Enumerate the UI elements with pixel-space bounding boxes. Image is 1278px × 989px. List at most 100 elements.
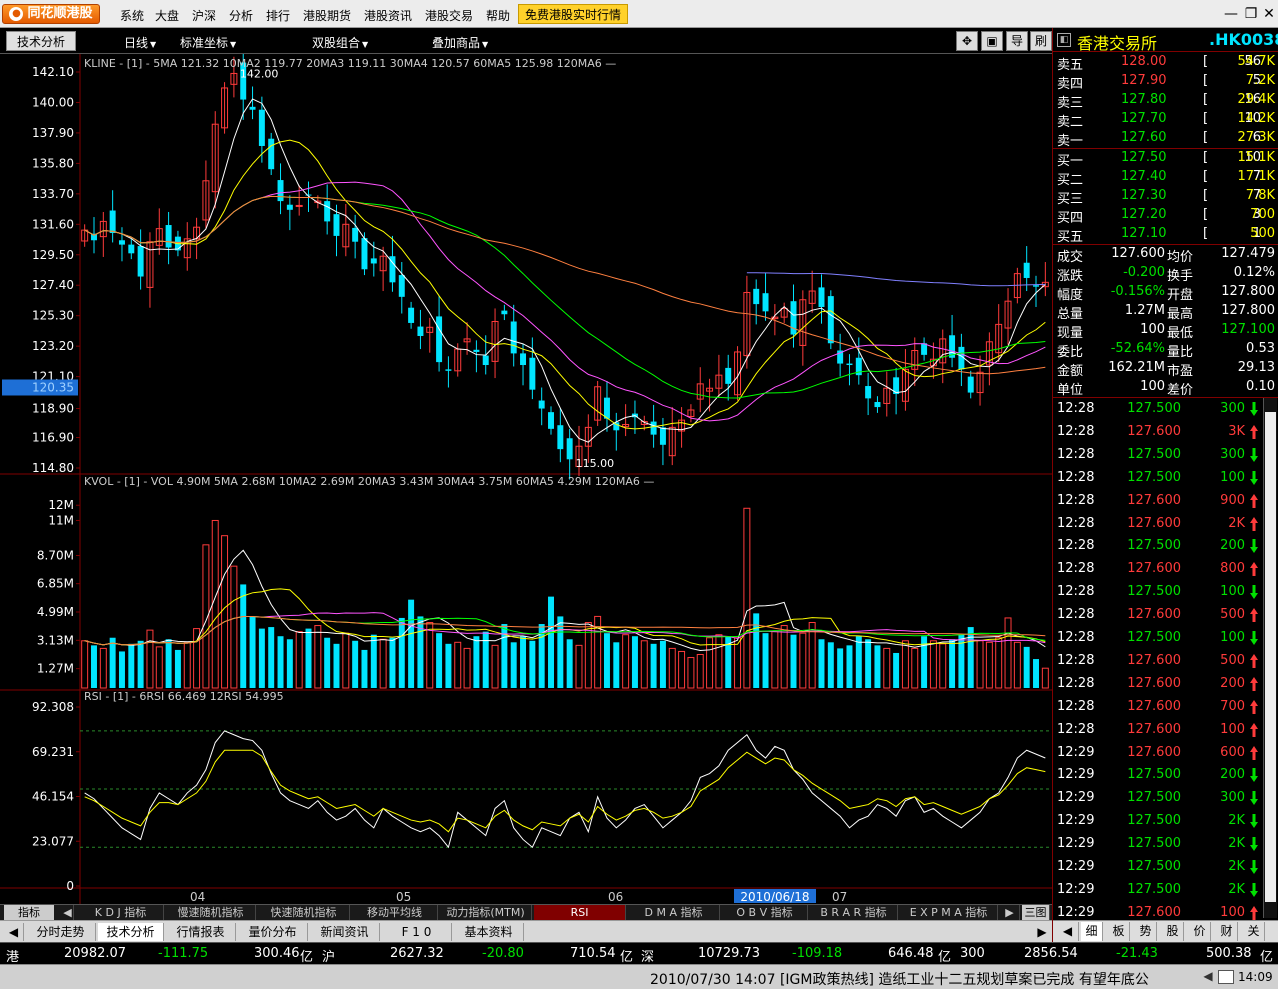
candle-body <box>510 321 517 354</box>
menu-shsz[interactable]: 沪深 <box>192 7 216 24</box>
sell-level-5[interactable]: 卖一 127.60[6 27.3K <box>1053 129 1278 149</box>
stats-row: 总量 1.27M 最高 127.800 <box>1053 302 1278 322</box>
panel-tab[interactable]: 价 <box>1189 922 1211 941</box>
tick-time: 12:28 <box>1057 652 1095 668</box>
tick-time: 12:29 <box>1057 790 1095 806</box>
buy-level-5[interactable]: 买五 127.10[1 500 <box>1053 225 1278 245</box>
panel-tab[interactable]: 财 <box>1216 922 1238 941</box>
menu-analysis[interactable]: 分析 <box>229 7 253 24</box>
speaker-icon[interactable]: ◀ <box>1200 969 1216 985</box>
tab-quotes[interactable]: 行情报表 <box>166 923 236 941</box>
tab-news[interactable]: 新闻资讯 <box>310 923 380 941</box>
level-label: 卖四 <box>1057 77 1084 92</box>
sell-level-2[interactable]: 卖四 127.90[5 7.2K <box>1053 72 1278 92</box>
level-amount: 7.2K <box>1245 73 1275 88</box>
period-dropdown[interactable]: 日线 ▼ <box>124 34 156 51</box>
overlay-dropdown[interactable]: 叠加商品 ▼ <box>432 34 488 51</box>
coord-dropdown[interactable]: 标准坐标 ▼ <box>180 34 236 51</box>
tab-volume-dist[interactable]: 量价分布 <box>238 923 308 941</box>
volume-tick-label: 12M <box>48 498 74 512</box>
combo-dropdown[interactable]: 双股组合 ▼ <box>312 34 368 51</box>
tab-fast-stoch[interactable]: 快速随机指标 <box>258 905 350 920</box>
app-logo[interactable]: ● 同花顺港股 <box>2 4 100 24</box>
menu-help[interactable]: 帮助 <box>486 7 510 24</box>
sell-level-4[interactable]: 卖二 127.70[10 14.2K <box>1053 110 1278 130</box>
stats-row: 涨跌 -0.200 换手 0.12% <box>1053 264 1278 284</box>
tab-technical-analysis[interactable]: 技术分析 <box>6 31 76 51</box>
rsi-tick-label: 0 <box>66 879 74 893</box>
panel-tab[interactable]: 板 <box>1108 922 1130 941</box>
refresh-icon[interactable]: 刷 <box>1030 31 1052 51</box>
screen-icon[interactable]: ▣ <box>981 31 1003 51</box>
tab-technical[interactable]: 技术分析 <box>98 923 164 941</box>
tab-ma[interactable]: 移动平均线 <box>352 905 438 920</box>
ma5-line <box>84 98 1046 443</box>
restore-icon[interactable]: ❐ <box>1242 5 1260 23</box>
import-icon[interactable]: 导 <box>1006 31 1028 51</box>
volume-bar <box>640 640 648 689</box>
news-ticker[interactable]: 2010/07/30 14:07 [IGM政策热线] 造纸工业十二五规划草案已完… <box>650 969 1195 989</box>
scroll-right-icon[interactable]: ▶ <box>1034 923 1050 941</box>
promo-button[interactable]: 免费港股实时行情 <box>518 4 629 24</box>
close-icon[interactable]: ✕ <box>1260 5 1278 23</box>
tab-f10[interactable]: F 1 0 <box>382 923 452 941</box>
menu-market[interactable]: 大盘 <box>155 7 179 24</box>
tick-direction <box>1249 836 1259 852</box>
prev-arrow-icon[interactable]: ◀ <box>62 905 74 920</box>
menu-ranking[interactable]: 排行 <box>266 7 290 24</box>
window-icon[interactable] <box>1218 970 1234 984</box>
tab-basic-info[interactable]: 基本资料 <box>454 923 524 941</box>
scroll-left-icon[interactable]: ◀ <box>4 923 24 941</box>
next-arrow-icon[interactable]: ▶ <box>1000 905 1020 920</box>
tab-expma[interactable]: E X P M A 指标 <box>900 905 998 920</box>
tab-kdj[interactable]: K D J 指标 <box>78 905 164 920</box>
sell-level-1[interactable]: 卖五 128.00[56 54.7K <box>1053 53 1278 73</box>
panel-tab[interactable]: 股 <box>1162 922 1184 941</box>
tick-row: 12:28 127.500 100 <box>1053 467 1263 490</box>
panel-tabs-left-icon[interactable]: ◀ <box>1057 922 1079 941</box>
tab-mtm[interactable]: 动力指标(MTM) <box>440 905 532 920</box>
stat-value: 100 <box>1140 379 1165 394</box>
candle-body <box>818 287 825 307</box>
three-chart-button[interactable]: 三图 <box>1022 905 1050 920</box>
tab-rsi[interactable]: RSI <box>534 905 626 920</box>
tick-time: 12:29 <box>1057 767 1095 783</box>
tab-slow-stoch[interactable]: 慢速随机指标 <box>166 905 256 920</box>
scroll-thumb[interactable] <box>1265 412 1276 902</box>
tab-brar[interactable]: B R A R 指标 <box>810 905 898 920</box>
volume-ma10-line <box>84 588 1046 646</box>
buy-level-2[interactable]: 买二 127.40[7 17.1K <box>1053 168 1278 188</box>
tab-intraday[interactable]: 分时走势 <box>26 923 96 941</box>
sh-change: -20.80 <box>482 946 524 961</box>
indicator-label[interactable]: 指标 <box>4 905 54 920</box>
panel-tab[interactable]: 势 <box>1135 922 1157 941</box>
buy-level-3[interactable]: 买三 127.30[7 7.8K <box>1053 187 1278 207</box>
buy-level-1[interactable]: 买一 127.50[10 15.1K <box>1053 149 1278 169</box>
tick-scrollbar[interactable] <box>1263 398 1277 918</box>
panel-toggle-icon[interactable]: ◧ <box>1057 33 1071 47</box>
tick-direction <box>1249 859 1259 875</box>
volume-bar <box>426 622 434 689</box>
index-bar: 港 20982.07 -111.75 300.46 亿 沪 2627.32 -2… <box>0 942 1278 965</box>
menu-hk-trade[interactable]: 港股交易 <box>425 7 473 24</box>
panel-tab[interactable]: 细 <box>1081 922 1103 941</box>
panel-tab[interactable]: 关 <box>1243 922 1265 941</box>
chart-canvas[interactable]: 142.10 140.00 137.90 135.80 133.70 131.60 129.… <box>0 54 1052 904</box>
tab-dma[interactable]: D M A 指标 <box>628 905 720 920</box>
menu-hk-futures[interactable]: 港股期货 <box>303 7 351 24</box>
sell-level-3[interactable]: 卖三 127.80[16 29.4K <box>1053 91 1278 111</box>
menu-hk-news[interactable]: 港股资讯 <box>364 7 412 24</box>
tick-time: 12:28 <box>1057 675 1095 691</box>
volume-bar <box>211 519 219 689</box>
candle-body <box>603 397 610 419</box>
cs-amount: 500.38 <box>1206 946 1252 961</box>
minimize-icon[interactable]: — <box>1222 5 1240 23</box>
chart-area[interactable]: 142.10 140.00 137.90 135.80 133.70 131.60 129.… <box>0 54 1052 904</box>
buy-level-4[interactable]: 买四 127.20[3 700 <box>1053 206 1278 226</box>
tick-direction <box>1249 516 1259 532</box>
move-icon[interactable]: ✥ <box>956 31 978 51</box>
menu-system[interactable]: 系统 <box>120 7 144 24</box>
stat-label: 成交 <box>1057 250 1084 265</box>
tab-obv[interactable]: O B V 指标 <box>722 905 808 920</box>
tick-price: 127.500 <box>1127 767 1181 783</box>
